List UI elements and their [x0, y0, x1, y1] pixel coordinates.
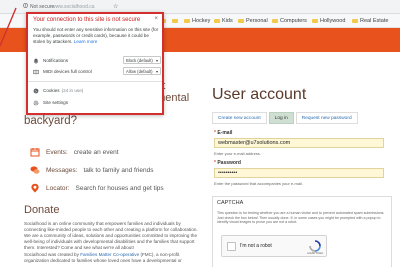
- feature-locator: Locator: Search for houses and get tips: [30, 183, 164, 193]
- folder-icon: [238, 19, 244, 23]
- recaptcha-brand: reCAPTCHA: [307, 251, 323, 255]
- calendar-icon: [30, 147, 40, 157]
- folder-icon: [184, 19, 190, 23]
- divider: [28, 81, 162, 82]
- folder-icon: [352, 19, 358, 23]
- bookmark-item-personal[interactable]: Personal: [238, 14, 268, 28]
- feature-desc: create an event: [73, 148, 119, 156]
- donate-paragraph: Socialhood is an online community that e…: [24, 221, 198, 250]
- required-mark: *: [214, 160, 216, 166]
- fmc-link[interactable]: Families Matter Co-operative: [80, 252, 139, 257]
- feature-label: Messages:: [46, 166, 78, 174]
- tab-request-password[interactable]: Request new password: [295, 112, 358, 124]
- hero-text-line: backyard?: [24, 115, 78, 127]
- recaptcha-label: I'm not a robot: [240, 243, 272, 249]
- midi-select[interactable]: Allow (default) ▾: [123, 67, 161, 75]
- tab-create-account[interactable]: Create new account: [212, 112, 267, 124]
- captcha-panel: CAPTCHA This question is for testing whe…: [212, 196, 392, 267]
- bookmark-label: Computers: [280, 18, 307, 24]
- chevron-down-icon: ▾: [155, 58, 158, 63]
- donate-paragraph-2: Socialhood was created by Families Matte…: [24, 252, 202, 264]
- password-field[interactable]: ••••••••••: [214, 168, 384, 178]
- password-hint: Enter the password that accompanies your…: [214, 181, 303, 186]
- chat-bubbles-icon: [30, 165, 40, 175]
- donate-heading: Donate: [24, 204, 60, 216]
- bookmark-item-kids[interactable]: Kids: [214, 14, 233, 28]
- select-value: Allow (default): [126, 69, 153, 74]
- folder-icon: [172, 19, 178, 23]
- bookmark-label: Hockey: [192, 18, 211, 24]
- bookmark-item-computers[interactable]: Computers: [272, 14, 307, 28]
- bookmark-item-hollywood[interactable]: Hollywood: [312, 14, 345, 28]
- account-tabs: Create new account Log in Request new pa…: [212, 112, 358, 124]
- feature-label: Events:: [46, 148, 68, 156]
- site-chip-label: Not secure: [30, 4, 55, 10]
- select-value: Block (default): [126, 58, 153, 63]
- warning-icon: [23, 2, 28, 12]
- cookies-label: Cookies: [43, 88, 60, 93]
- cookie-icon: [33, 88, 39, 94]
- recaptcha-logo-icon: [309, 239, 321, 252]
- page-title: User account: [212, 86, 307, 103]
- permission-midi: MIDI devices full control Allow (default…: [33, 67, 161, 76]
- site-info-popup: Your connection to this site is not secu…: [26, 12, 164, 115]
- bookmark-label: Kids: [222, 18, 233, 24]
- gear-icon: [33, 100, 39, 106]
- popup-warning-text: You should not enter any sensitive infor…: [33, 27, 161, 44]
- feature-desc: talk to family and friends: [83, 166, 154, 174]
- feature-label: Locator:: [46, 184, 70, 192]
- bookmark-label: Personal: [246, 18, 268, 24]
- folder-icon: [272, 19, 278, 23]
- bookmark-label: Hollywood: [320, 18, 346, 24]
- recaptcha-widget: I'm not a robot reCAPTCHA: [221, 235, 327, 257]
- email-hint: Enter your e-mail address.: [214, 151, 261, 156]
- password-label: * Password: [214, 160, 241, 166]
- captcha-description: This question is for testing whether you…: [217, 211, 385, 225]
- popup-title: Your connection to this site is not secu…: [33, 17, 141, 23]
- required-mark: *: [214, 130, 216, 136]
- bookmark-item-real-estate[interactable]: Real Estate: [352, 14, 388, 28]
- tab-log-in[interactable]: Log in: [268, 112, 294, 124]
- bookmark-item[interactable]: [172, 14, 178, 28]
- midi-keyboard-icon: [33, 69, 39, 75]
- email-label: * E-mail: [214, 130, 232, 136]
- email-field[interactable]: webmaster@u7solutions.com: [214, 138, 384, 148]
- cookies-count: (24 in use): [61, 88, 84, 93]
- folder-icon: [214, 19, 220, 23]
- label-text: Password: [217, 160, 241, 166]
- permission-label: Notifications: [43, 58, 69, 63]
- learn-more-link[interactable]: Learn more: [74, 39, 98, 44]
- url-text[interactable]: www.socialhood.ca: [52, 2, 95, 12]
- bookmark-item-hockey[interactable]: Hockey: [184, 14, 210, 28]
- label-text: E-mail: [217, 130, 233, 136]
- screenshot-root: Not secure www.socialhood.ca ☆ Hockey Ki…: [0, 0, 400, 267]
- feature-events: Events: create an event: [30, 147, 119, 157]
- bell-icon: [33, 58, 39, 64]
- notifications-select[interactable]: Block (default) ▾: [123, 56, 161, 64]
- feature-desc: Search for houses and get tips: [75, 184, 164, 192]
- bookmark-star-icon[interactable]: ☆: [113, 2, 118, 12]
- chevron-down-icon: ▾: [155, 69, 158, 74]
- para-text: Socialhood was created by: [24, 252, 81, 257]
- not-a-robot-checkbox[interactable]: [227, 242, 236, 251]
- captcha-title: CAPTCHA: [217, 200, 244, 206]
- cookies-row[interactable]: Cookies (24 in use): [33, 86, 161, 95]
- feature-messages: Messages: talk to family and friends: [30, 165, 154, 175]
- bookmark-label: Real Estate: [360, 18, 389, 24]
- permission-label: MIDI devices full control: [43, 69, 92, 74]
- site-settings-row[interactable]: Site settings: [33, 98, 161, 107]
- close-icon[interactable]: ×: [154, 16, 158, 22]
- permission-notifications: Notifications Block (default) ▾: [33, 56, 161, 65]
- folder-icon: [312, 19, 318, 23]
- site-settings-label: Site settings: [43, 100, 69, 105]
- map-pin-icon: [30, 183, 40, 193]
